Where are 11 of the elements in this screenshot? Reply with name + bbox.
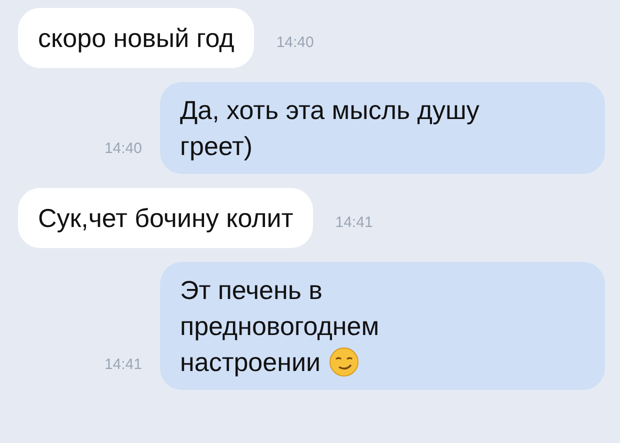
message-time: 14:41 [335,212,373,232]
message-time: 14:40 [104,138,142,158]
message-text: скоро новый год [38,22,234,55]
message-text: Эт печень в [180,274,324,307]
message-text: греет) [180,130,254,163]
message-text: настроении [180,346,321,379]
message-text: предновогоднем [180,310,380,343]
message-time: 14:41 [104,354,142,374]
message-text: Сук,чет бочину колит [38,202,294,235]
message-text: Да, хоть эта мысль душу [180,94,480,127]
message-time: 14:40 [276,32,314,52]
